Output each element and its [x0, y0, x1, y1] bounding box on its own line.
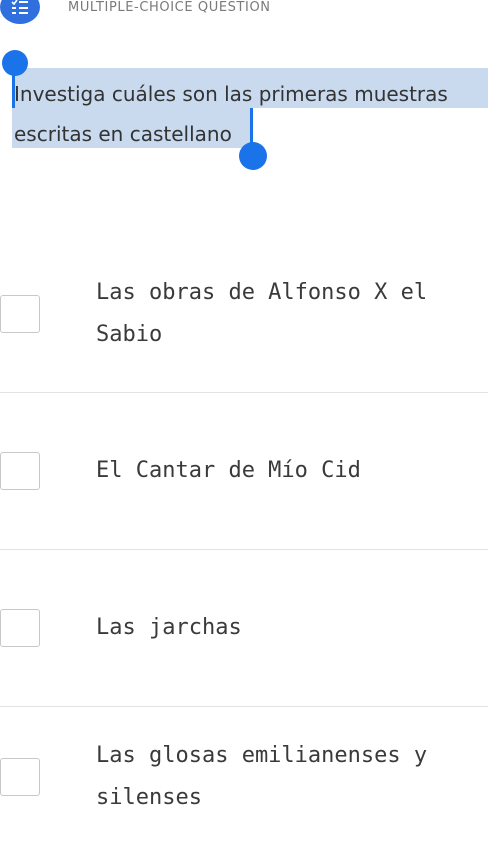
- selection-handle-start[interactable]: [2, 50, 28, 76]
- selection-handle-end[interactable]: [239, 142, 267, 170]
- option-label: El Cantar de Mío Cid: [96, 458, 361, 483]
- option-item[interactable]: Las obras de Alfonso X el Sabio: [0, 236, 488, 393]
- list-check-icon-glyph: [11, 0, 28, 14]
- option-label: Las glosas emilianenses y silenses: [96, 743, 428, 810]
- option-item[interactable]: El Cantar de Mío Cid: [0, 393, 488, 550]
- question-type-label: MULTIPLE-CHOICE QUESTION: [68, 0, 271, 15]
- options-list: Las obras de Alfonso X el Sabio El Canta…: [0, 236, 488, 847]
- option-checkbox[interactable]: [0, 609, 40, 647]
- option-item[interactable]: Las jarchas: [0, 550, 488, 707]
- question-block[interactable]: Investiga cuáles son las primeras muestr…: [0, 50, 488, 172]
- option-label: Las jarchas: [96, 615, 242, 640]
- option-item[interactable]: Las glosas emilianenses y silenses: [0, 707, 488, 847]
- option-checkbox[interactable]: [0, 295, 40, 333]
- option-checkbox[interactable]: [0, 758, 40, 796]
- option-checkbox[interactable]: [0, 452, 40, 490]
- option-label: Las obras de Alfonso X el Sabio: [96, 280, 428, 347]
- list-check-icon: [0, 0, 40, 24]
